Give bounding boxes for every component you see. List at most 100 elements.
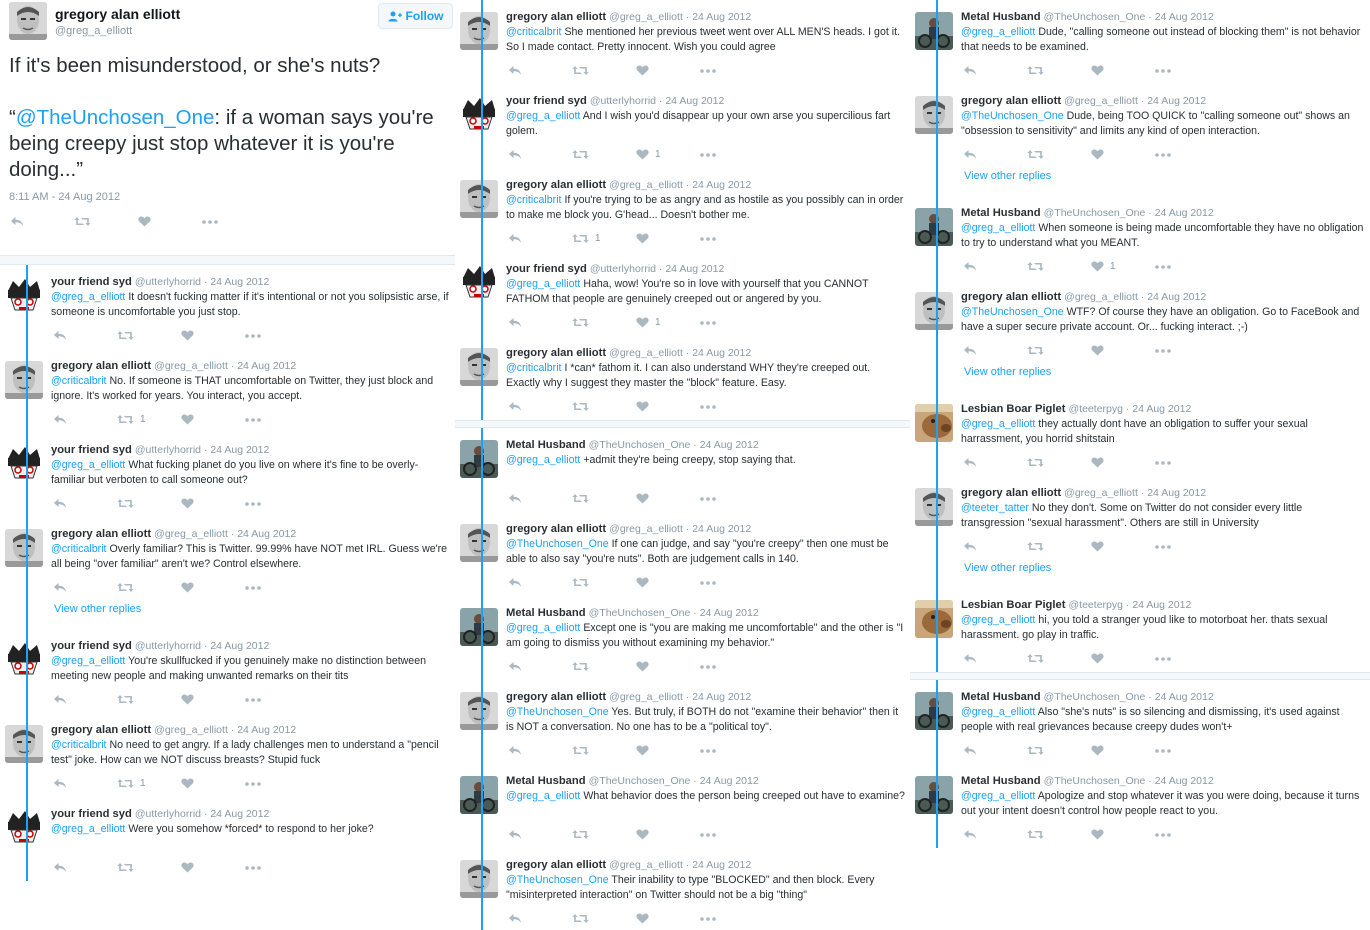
author-name[interactable]: your friend syd — [51, 444, 132, 456]
reply-button[interactable] — [508, 577, 572, 588]
mention-link[interactable]: @teeter_tatter — [961, 502, 1029, 514]
mention-link[interactable]: @greg_a_elliott — [506, 454, 580, 466]
reply-button[interactable] — [508, 493, 572, 504]
more-button[interactable] — [1155, 460, 1219, 465]
reply-tweet[interactable]: your friend syd @utterlyhorrid · 24 Aug … — [455, 84, 910, 168]
more-button[interactable] — [245, 501, 309, 506]
author-name[interactable]: Lesbian Boar Piglet — [961, 403, 1065, 415]
retweet-button[interactable] — [572, 401, 636, 412]
author-handle[interactable]: @greg_a_elliott — [609, 691, 683, 703]
author-handle[interactable]: @utterlyhorrid — [135, 640, 201, 652]
tweet-date[interactable]: 24 Aug 2012 — [237, 360, 296, 372]
mention-link[interactable]: @greg_a_elliott — [961, 418, 1035, 430]
reply-button[interactable] — [963, 541, 1027, 552]
more-button[interactable] — [1155, 68, 1219, 73]
reply-tweet[interactable]: your friend syd @utterlyhorrid · 24 Aug … — [0, 629, 455, 713]
author-handle[interactable]: @greg_a_elliott — [609, 523, 683, 535]
like-button[interactable] — [636, 661, 700, 672]
mention-link[interactable]: @greg_a_elliott — [506, 790, 580, 802]
tweet-date[interactable]: 24 Aug 2012 — [700, 607, 759, 619]
reply-button[interactable] — [963, 149, 1027, 160]
avatar[interactable] — [915, 600, 953, 638]
tweet-date[interactable]: 24 Aug 2012 — [210, 444, 269, 456]
reply-tweet[interactable]: gregory alan elliott @greg_a_elliott · 2… — [455, 512, 910, 596]
more-button[interactable] — [700, 404, 764, 409]
mention-link[interactable]: @criticalbrit — [506, 362, 562, 374]
reply-tweet[interactable]: Metal Husband @TheUnchosen_One · 24 Aug … — [455, 428, 910, 512]
reply-tweet[interactable]: your friend syd @utterlyhorrid · 24 Aug … — [0, 433, 455, 517]
reply-button[interactable] — [508, 65, 572, 76]
reply-tweet[interactable]: gregory alan elliott @greg_a_elliott · 2… — [0, 713, 455, 797]
retweet-button[interactable] — [117, 330, 181, 341]
author-name[interactable]: Lesbian Boar Piglet — [961, 599, 1065, 611]
author-handle[interactable]: @TheUnchosen_One — [589, 775, 691, 787]
avatar[interactable] — [5, 445, 43, 483]
view-other-replies-label[interactable]: View other replies — [964, 170, 1051, 182]
tweet-date[interactable]: 24 Aug 2012 — [210, 640, 269, 652]
author-name[interactable]: gregory alan elliott — [51, 724, 151, 736]
like-button[interactable] — [181, 498, 245, 509]
like-button[interactable] — [636, 577, 700, 588]
avatar[interactable] — [915, 292, 953, 330]
reply-tweet[interactable]: gregory alan elliott @greg_a_elliott · 2… — [910, 84, 1370, 168]
like-button[interactable] — [636, 745, 700, 756]
tweet-date[interactable]: 24 Aug 2012 — [692, 691, 751, 703]
retweet-button[interactable] — [1027, 345, 1091, 356]
more-button[interactable] — [245, 865, 309, 870]
like-button[interactable] — [138, 216, 202, 227]
tweet-date[interactable]: 24 Aug 2012 — [692, 347, 751, 359]
reply-tweet[interactable]: gregory alan elliott @greg_a_elliott · 2… — [910, 280, 1370, 364]
author-name[interactable]: gregory alan elliott — [55, 6, 180, 22]
mention-link[interactable]: @criticalbrit — [506, 26, 562, 38]
retweet-button[interactable]: 1 — [117, 414, 181, 425]
mention-link[interactable]: @greg_a_elliott — [506, 110, 580, 122]
reply-button[interactable] — [508, 829, 572, 840]
author-name[interactable]: Metal Husband — [961, 691, 1041, 703]
author-name[interactable]: gregory alan elliott — [506, 11, 606, 23]
avatar[interactable] — [915, 776, 953, 814]
like-button[interactable] — [1091, 829, 1155, 840]
reply-button[interactable] — [508, 401, 572, 412]
reply-tweet[interactable]: Metal Husband @TheUnchosen_One · 24 Aug … — [910, 764, 1370, 848]
retweet-button[interactable] — [117, 862, 181, 873]
author-handle[interactable]: @greg_a_elliott — [609, 859, 683, 871]
avatar[interactable] — [5, 725, 43, 763]
view-other-replies-link[interactable]: View other replies — [0, 601, 455, 629]
retweet-button[interactable] — [572, 745, 636, 756]
like-button[interactable] — [1091, 345, 1155, 356]
mention-link[interactable]: @greg_a_elliott — [51, 459, 125, 471]
author-name[interactable]: gregory alan elliott — [506, 179, 606, 191]
like-button[interactable] — [1091, 65, 1155, 76]
mention-link[interactable]: @greg_a_elliott — [961, 614, 1035, 626]
avatar[interactable] — [460, 692, 498, 730]
avatar[interactable] — [915, 692, 953, 730]
avatar[interactable] — [460, 608, 498, 646]
like-button[interactable] — [636, 233, 700, 244]
mention-link[interactable]: @TheUnchosen_One — [506, 706, 609, 718]
like-button[interactable] — [636, 493, 700, 504]
reply-button[interactable] — [10, 216, 74, 227]
avatar[interactable] — [460, 96, 498, 134]
tweet-date[interactable]: 24 Aug 2012 — [700, 775, 759, 787]
mention-link[interactable]: @TheUnchosen_One — [16, 106, 215, 129]
like-button[interactable] — [181, 582, 245, 593]
mention-link[interactable]: @greg_a_elliott — [51, 655, 125, 667]
retweet-button[interactable] — [117, 498, 181, 509]
more-button[interactable] — [1155, 152, 1219, 157]
tweet-date[interactable]: 24 Aug 2012 — [1155, 207, 1214, 219]
more-button[interactable] — [700, 832, 764, 837]
author-name[interactable]: gregory alan elliott — [961, 95, 1061, 107]
more-button[interactable] — [1155, 656, 1219, 661]
author-handle[interactable]: @TheUnchosen_One — [1044, 775, 1146, 787]
avatar[interactable] — [9, 2, 47, 40]
like-button[interactable] — [1091, 457, 1155, 468]
author-name[interactable]: your friend syd — [51, 640, 132, 652]
avatar[interactable] — [460, 860, 498, 898]
like-button[interactable]: 1 — [636, 149, 700, 160]
author-name[interactable]: gregory alan elliott — [51, 360, 151, 372]
like-button[interactable] — [636, 829, 700, 840]
tweet-date[interactable]: 24 Aug 2012 — [692, 11, 751, 23]
author-handle[interactable]: @TheUnchosen_One — [1044, 207, 1146, 219]
mention-link[interactable]: @greg_a_elliott — [506, 622, 580, 634]
like-button[interactable] — [1091, 541, 1155, 552]
